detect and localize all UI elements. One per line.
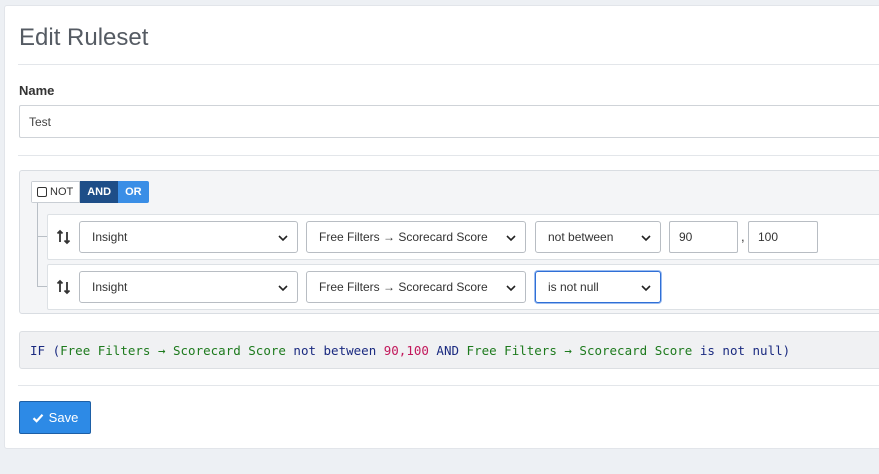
query-builder-group: NOT AND OR Insight Free Filters → Scorec… [19,170,879,314]
divider [18,385,879,386]
chevron-down-icon [278,235,288,242]
sql-field: Free Filters → Scorecard Score [60,342,286,358]
chevron-down-icon [641,235,651,242]
save-button[interactable]: Save [19,401,91,434]
sql-operator: not between [285,342,384,358]
not-label: NOT [50,186,74,198]
chevron-down-icon [641,285,651,292]
condition-toggle-group: NOT AND OR [31,181,149,203]
value-input-min[interactable] [669,221,738,253]
sort-arrows-icon[interactable] [56,279,72,295]
rule-row: Insight Free Filters → Scorecard Score n… [47,214,879,260]
divider [18,155,879,156]
sql-keyword-if: IF [30,342,46,358]
tree-connector [37,236,47,237]
operator-select[interactable]: is not null [535,271,661,303]
tree-connector [37,203,47,287]
sql-paren-open: ( [45,342,61,358]
source-select[interactable]: Insight [79,271,298,303]
sql-field: Free Filters → Scorecard Score [466,342,693,358]
value-separator: , [741,229,745,244]
operator-select[interactable]: not between [535,221,661,253]
divider [18,64,879,65]
page-title: Edit Ruleset [19,24,149,51]
source-select[interactable]: Insight [79,221,298,253]
value-input-max[interactable] [748,221,818,253]
source-select-value: Insight [92,230,128,244]
field-select-value: Free Filters → Scorecard Score [319,230,488,244]
sql-number: 90,100 [383,342,429,358]
sql-preview: IF (Free Filters → Scorecard Score not b… [19,331,879,369]
chevron-down-icon [278,285,288,292]
chevron-down-icon [506,285,516,292]
name-label: Name [19,83,55,98]
rule-row: Insight Free Filters → Scorecard Score i… [47,264,879,310]
operator-select-value: is not null [548,280,599,294]
check-icon [32,413,43,423]
name-input[interactable] [19,105,879,138]
save-button-label: Save [48,410,79,425]
field-select[interactable]: Free Filters → Scorecard Score [306,221,526,253]
and-toggle[interactable]: AND [80,181,119,203]
source-select-value: Insight [92,280,128,294]
field-select[interactable]: Free Filters → Scorecard Score [306,271,526,303]
chevron-down-icon [506,235,516,242]
sql-operator: is not null [692,342,783,358]
field-select-value: Free Filters → Scorecard Score [319,280,488,294]
or-toggle[interactable]: OR [118,181,149,203]
sql-keyword-and: AND [428,342,467,358]
sort-arrows-icon[interactable] [56,229,72,245]
sql-paren-close: ) [782,342,791,358]
checkbox-icon[interactable] [37,187,47,197]
not-toggle[interactable]: NOT [31,181,81,203]
operator-select-value: not between [548,230,614,244]
